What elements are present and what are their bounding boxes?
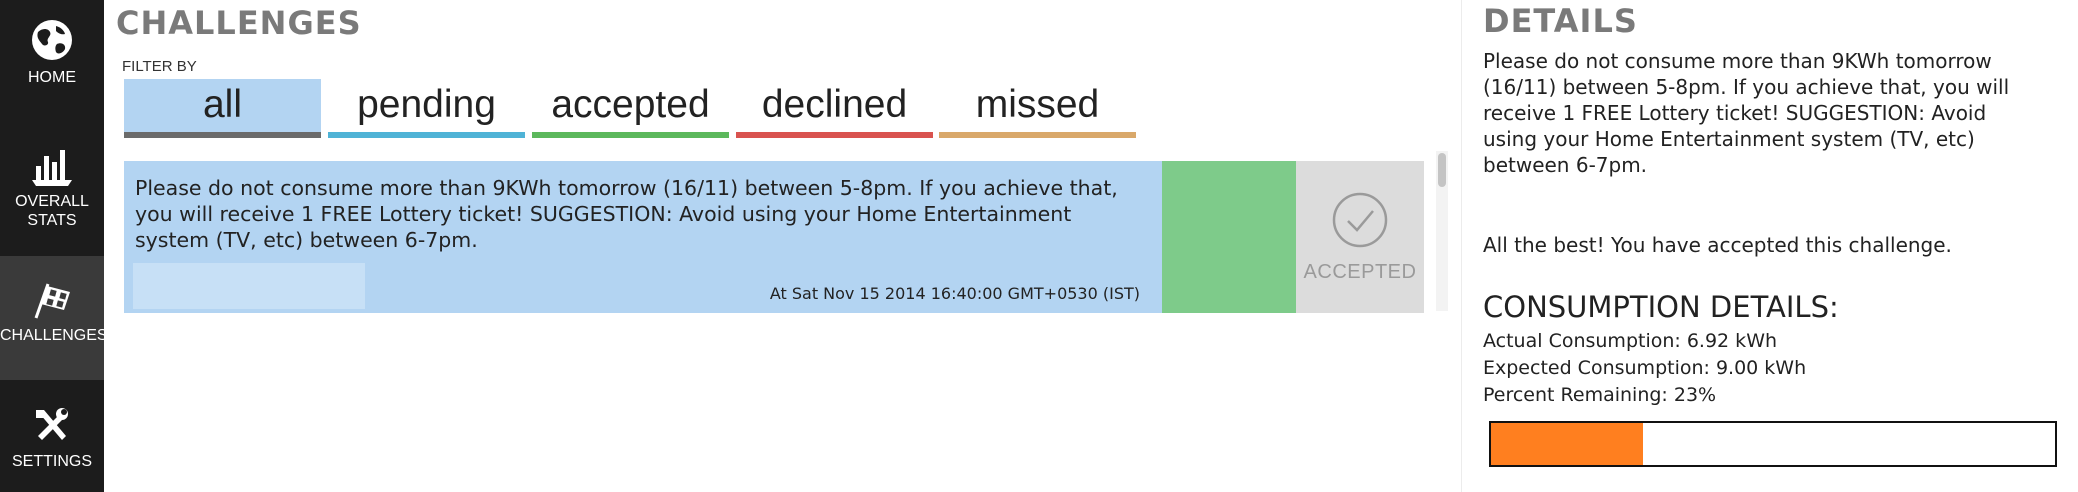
tab-accepted[interactable]: accepted bbox=[532, 79, 729, 138]
nav-item-challenges[interactable]: CHALLENGES bbox=[0, 256, 108, 380]
checkered-flag-icon bbox=[34, 283, 70, 319]
tab-label-all: all bbox=[202, 83, 243, 126]
bar-chart-icon bbox=[32, 150, 72, 186]
actual-consumption: Actual Consumption: 6.92 kWh bbox=[1483, 330, 1778, 352]
nav-label-overall-stats: OVERALL STATS bbox=[0, 192, 104, 230]
consumption-progress-bar bbox=[1489, 421, 2057, 467]
challenge-text: Please do not consume more than 9KWh tom… bbox=[135, 176, 1118, 252]
details-status-message: All the best! You have accepted this cha… bbox=[1483, 233, 1952, 257]
challenge-timestamp: At Sat Nov 15 2014 16:40:00 GMT+0530 (IS… bbox=[769, 284, 1140, 303]
nav-label-overall: OVERALL bbox=[15, 193, 89, 210]
page-title: CHALLENGES bbox=[116, 4, 362, 42]
challenge-placeholder-box bbox=[133, 263, 365, 309]
globe-icon bbox=[32, 20, 72, 60]
tab-underline-accepted bbox=[532, 132, 729, 138]
filter-label: FILTER BY bbox=[122, 58, 197, 75]
consumption-progress-fill bbox=[1491, 423, 1644, 465]
expected-consumption: Expected Consumption: 9.00 kWh bbox=[1483, 357, 1807, 379]
tab-label-declined: declined bbox=[761, 83, 908, 126]
tab-underline-declined bbox=[736, 132, 933, 138]
tab-label-accepted: accepted bbox=[551, 83, 710, 126]
tab-underline-missed bbox=[939, 132, 1136, 138]
challenge-status-label: ACCEPTED bbox=[1303, 261, 1417, 283]
list-scrollbar-thumb[interactable] bbox=[1438, 153, 1446, 187]
details-title: DETAILS bbox=[1483, 2, 1638, 40]
percent-remaining: Percent Remaining: 23% bbox=[1483, 384, 1717, 406]
nav-label-home: HOME bbox=[28, 69, 76, 86]
tools-icon bbox=[36, 408, 68, 440]
details-description: Please do not consume more than 9KWh tom… bbox=[1483, 49, 2010, 177]
nav-label-stats: STATS bbox=[27, 212, 77, 229]
list-scrollbar[interactable] bbox=[1436, 151, 1448, 311]
tab-declined[interactable]: declined bbox=[736, 79, 933, 138]
nav-item-settings[interactable]: SETTINGS bbox=[0, 392, 104, 492]
challenge-card-body[interactable]: Please do not consume more than 9KWh tom… bbox=[124, 161, 1162, 313]
tab-underline-all bbox=[124, 132, 321, 138]
tab-missed[interactable]: missed bbox=[939, 79, 1136, 138]
tab-label-missed: missed bbox=[975, 83, 1100, 126]
check-circle-icon bbox=[1332, 192, 1388, 248]
tab-label-pending: pending bbox=[357, 83, 496, 126]
tab-pending[interactable]: pending bbox=[328, 79, 525, 138]
nav-label-settings: SETTINGS bbox=[11, 453, 92, 470]
consumption-title: CONSUMPTION DETAILS: bbox=[1483, 290, 1839, 324]
nav-label-challenges: CHALLENGES bbox=[0, 327, 108, 344]
tab-underline-pending bbox=[328, 132, 525, 138]
challenges-panel: CHALLENGES FILTER BY all pending accepte… bbox=[104, 0, 1460, 492]
tab-all[interactable]: all bbox=[124, 79, 321, 138]
nav-item-home[interactable]: HOME bbox=[0, 0, 104, 126]
details-panel: DETAILS Please do not consume more than … bbox=[1462, 0, 2078, 492]
sidebar: HOME OVERALL STATS CHALLENGES SETTINGS bbox=[0, 0, 108, 492]
nav-item-overall-stats[interactable]: OVERALL STATS bbox=[0, 126, 104, 256]
challenge-status-indicator bbox=[1162, 161, 1296, 313]
challenge-card[interactable]: Please do not consume more than 9KWh tom… bbox=[124, 161, 1424, 313]
challenge-status-box: ACCEPTED bbox=[1296, 161, 1424, 313]
